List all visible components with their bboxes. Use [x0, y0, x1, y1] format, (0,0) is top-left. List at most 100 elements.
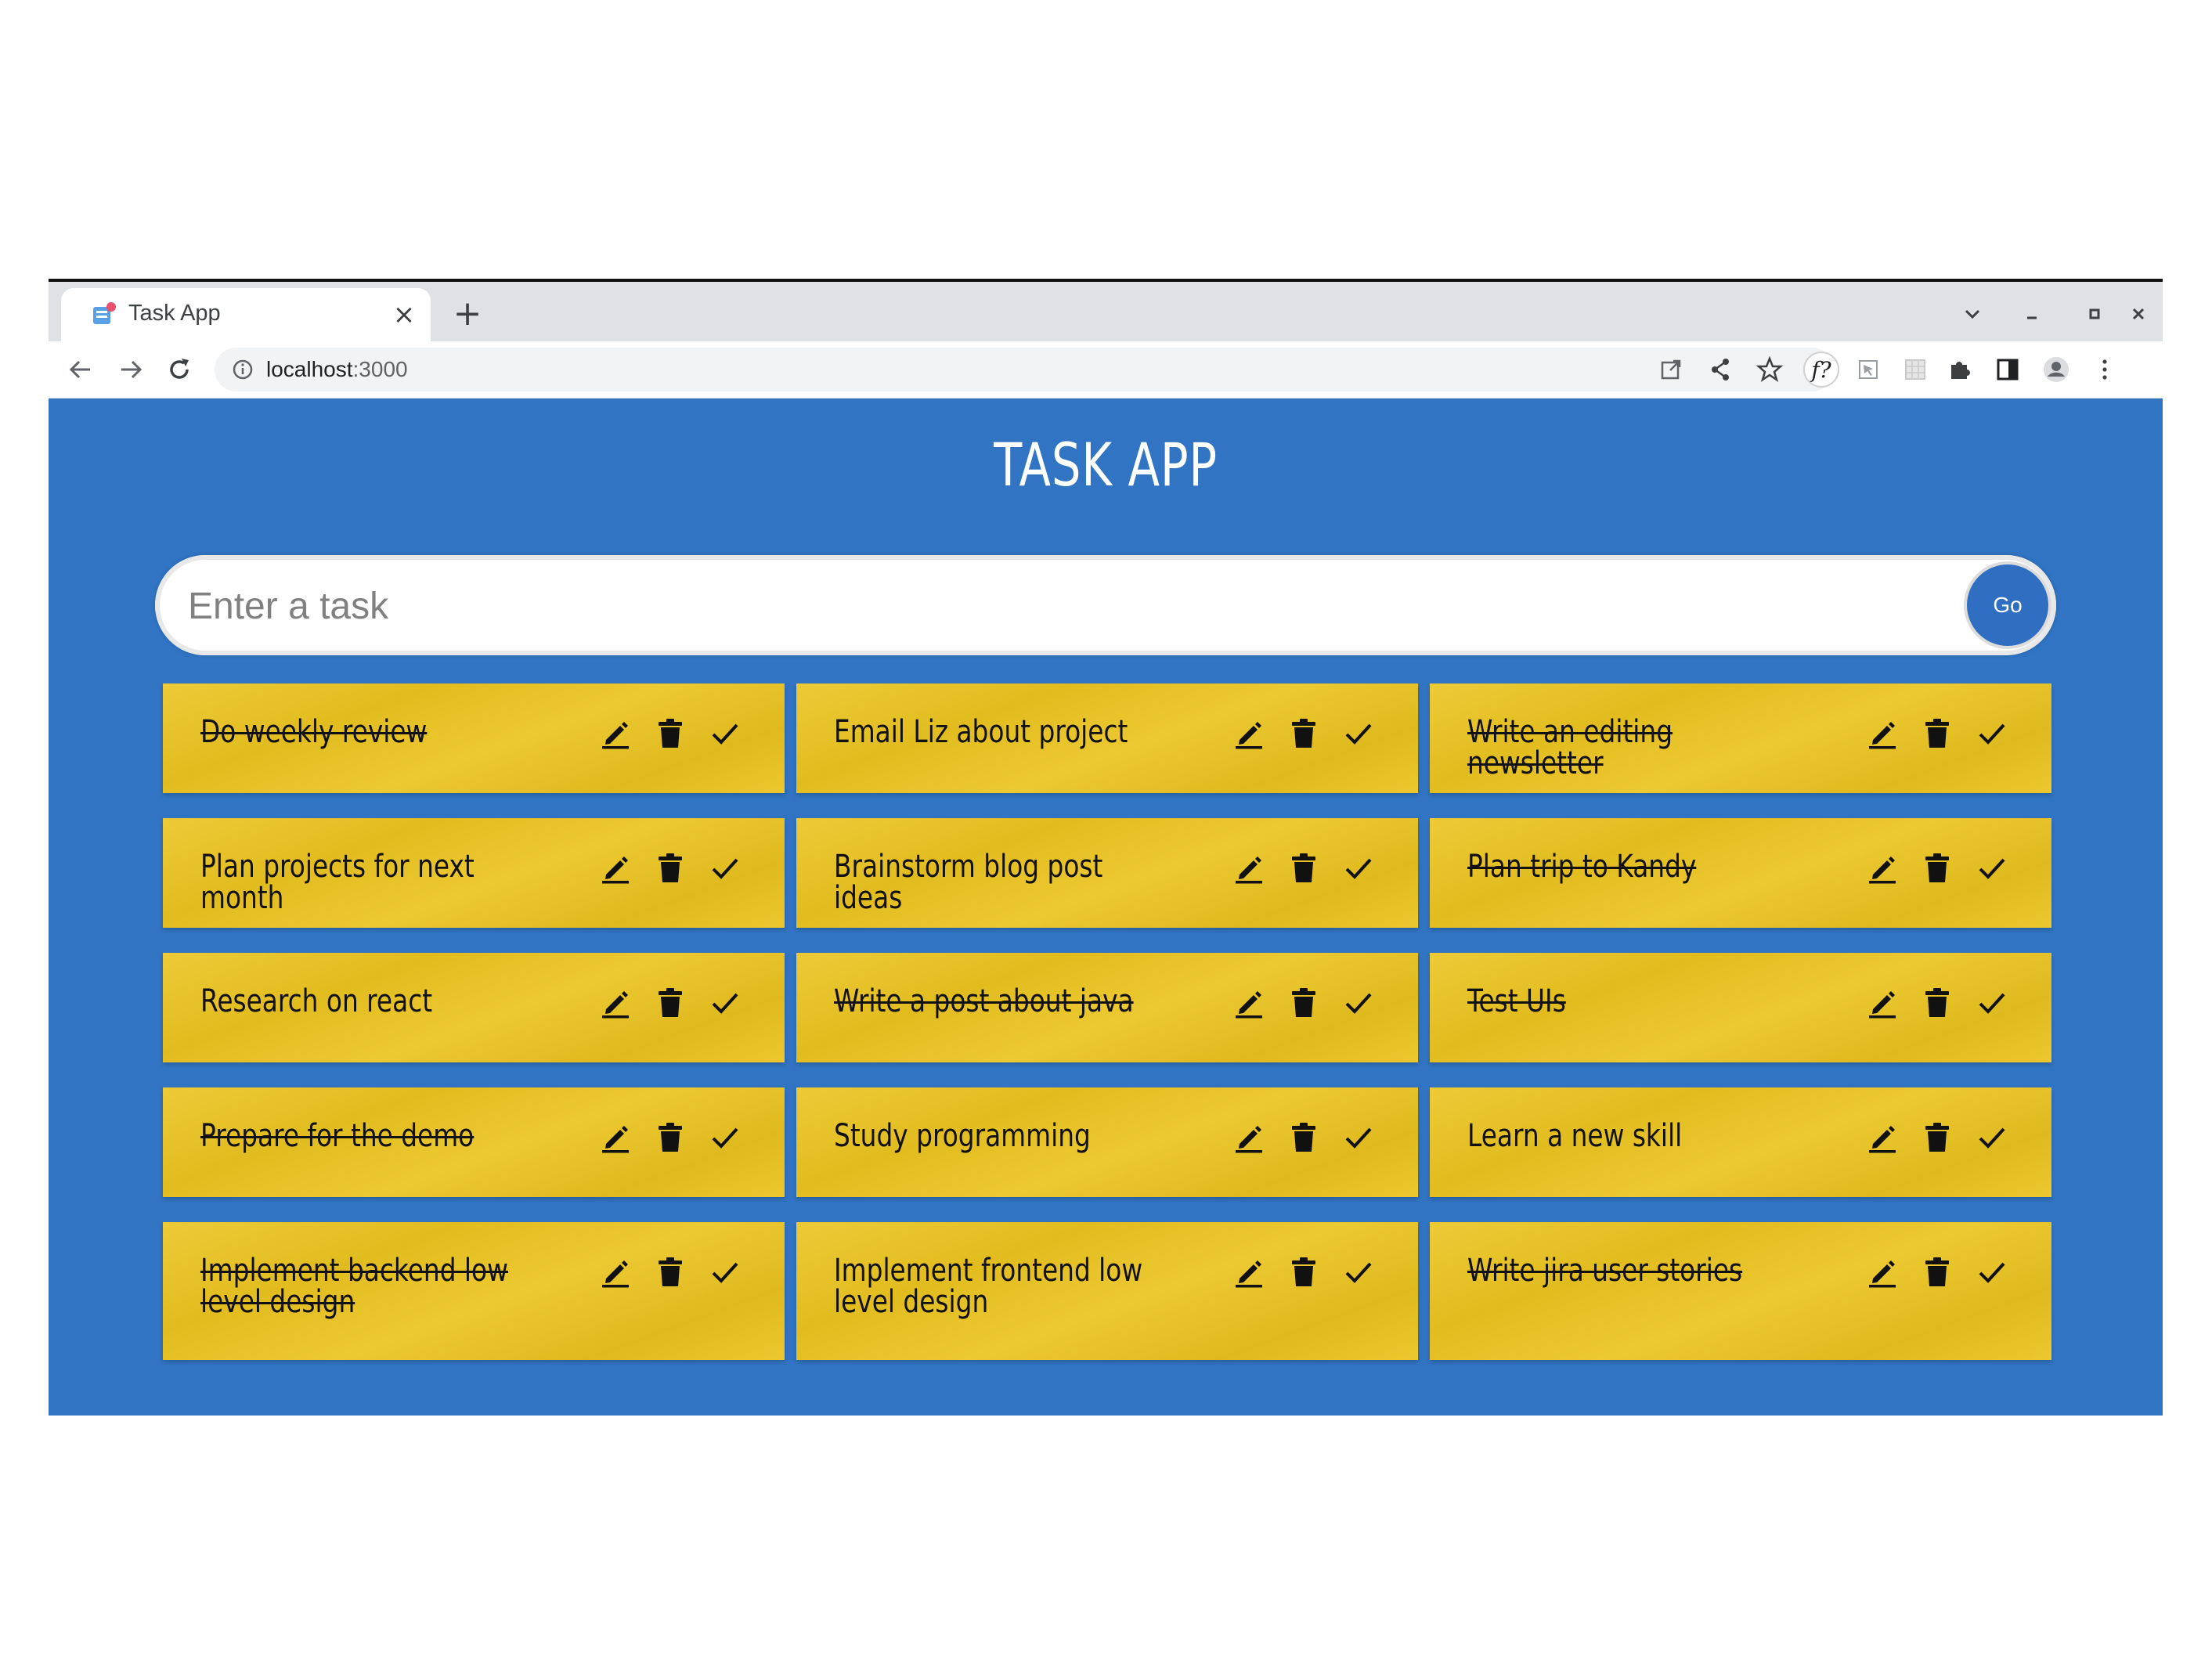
reload-icon[interactable] — [160, 350, 199, 389]
complete-icon[interactable] — [1973, 715, 2011, 752]
complete-icon[interactable] — [1340, 849, 1377, 887]
task-actions — [1230, 715, 1387, 752]
edit-icon[interactable] — [597, 1119, 634, 1156]
complete-icon[interactable] — [1340, 1253, 1377, 1291]
complete-icon[interactable] — [1340, 1119, 1377, 1156]
task-text: Do weekly review — [200, 714, 428, 750]
task-text: Test UIs — [1467, 983, 1566, 1019]
back-arrow-icon[interactable] — [61, 350, 100, 389]
address-bar[interactable]: localhost:3000 — [215, 348, 1834, 391]
tab-title: Task App — [128, 301, 221, 326]
task-form: Go — [155, 555, 2056, 655]
browser-window: Task App × + localhost:3000 f? TASK APP … — [49, 279, 2163, 1416]
edit-icon[interactable] — [597, 1253, 634, 1291]
task-actions — [1230, 984, 1387, 1022]
complete-icon[interactable] — [706, 1119, 744, 1156]
task-text: Write jira user stories — [1467, 1253, 1743, 1289]
task-input[interactable] — [186, 574, 1912, 638]
browser-menu-icon[interactable] — [2088, 352, 2122, 387]
edit-icon[interactable] — [1230, 715, 1268, 752]
task-text: Implement frontend low level design — [834, 1253, 1143, 1320]
edit-icon[interactable] — [1230, 1119, 1268, 1156]
task-actions — [1230, 1119, 1387, 1156]
grid-extension-icon[interactable] — [1898, 352, 1932, 387]
task-card: Do weekly review — [163, 683, 785, 793]
complete-icon[interactable] — [1340, 984, 1377, 1022]
svg-text:f?: f? — [1810, 357, 1831, 383]
edit-icon[interactable] — [1864, 1253, 1901, 1291]
go-button[interactable]: Go — [1967, 564, 2048, 646]
window-close-icon[interactable] — [2119, 294, 2158, 334]
font-finder-extension-icon[interactable]: f? — [1802, 349, 1840, 390]
extensions-puzzle-icon[interactable] — [1942, 352, 1976, 387]
delete-icon[interactable] — [1285, 715, 1323, 752]
task-actions — [597, 849, 753, 887]
delete-icon[interactable] — [1285, 1253, 1323, 1291]
task-card: Implement frontend low level design — [796, 1222, 1418, 1360]
edit-icon[interactable] — [597, 984, 634, 1022]
delete-icon[interactable] — [1918, 984, 1956, 1022]
delete-icon[interactable] — [651, 1253, 689, 1291]
delete-icon[interactable] — [1918, 1253, 1956, 1291]
forward-arrow-icon[interactable] — [111, 350, 150, 389]
delete-icon[interactable] — [1918, 1119, 1956, 1156]
task-card: Study programming — [796, 1087, 1418, 1197]
task-card: Plan trip to Kandy — [1430, 818, 2051, 928]
delete-icon[interactable] — [1918, 715, 1956, 752]
url-text[interactable]: localhost:3000 — [266, 355, 408, 384]
edit-icon[interactable] — [1230, 984, 1268, 1022]
task-card: Learn a new skill — [1430, 1087, 2051, 1197]
profile-avatar-icon[interactable] — [2039, 352, 2073, 387]
side-panel-icon[interactable] — [1990, 352, 2025, 387]
task-actions — [1864, 1253, 2020, 1291]
open-in-window-icon[interactable] — [1654, 352, 1688, 387]
site-info-icon[interactable] — [230, 357, 255, 382]
task-card: Email Liz about project — [796, 683, 1418, 793]
task-card: Write an editing newsletter — [1430, 683, 2051, 793]
delete-icon[interactable] — [1285, 984, 1323, 1022]
task-text: Implement backend low level design — [200, 1253, 508, 1320]
task-card: Plan projects for next month — [163, 818, 785, 928]
task-text: Plan projects for next month — [200, 849, 475, 916]
delete-icon[interactable] — [651, 849, 689, 887]
complete-icon[interactable] — [706, 849, 744, 887]
edit-icon[interactable] — [1864, 715, 1901, 752]
task-actions — [1864, 849, 2020, 887]
edit-icon[interactable] — [1230, 849, 1268, 887]
favicon-icon — [91, 301, 117, 327]
edit-icon[interactable] — [1864, 849, 1901, 887]
tab-task-app[interactable]: Task App × — [61, 288, 431, 341]
delete-icon[interactable] — [1285, 1119, 1323, 1156]
delete-icon[interactable] — [651, 984, 689, 1022]
task-actions — [1864, 984, 2020, 1022]
delete-icon[interactable] — [1285, 849, 1323, 887]
complete-icon[interactable] — [706, 715, 744, 752]
complete-icon[interactable] — [706, 984, 744, 1022]
delete-icon[interactable] — [651, 1119, 689, 1156]
edit-icon[interactable] — [1864, 1119, 1901, 1156]
tab-search-chevron-icon[interactable] — [1953, 294, 1992, 334]
task-card: Write jira user stories — [1430, 1222, 2051, 1360]
edit-icon[interactable] — [597, 849, 634, 887]
edit-icon[interactable] — [597, 715, 634, 752]
delete-icon[interactable] — [651, 715, 689, 752]
share-icon[interactable] — [1704, 352, 1738, 387]
complete-icon[interactable] — [1973, 849, 2011, 887]
pointer-extension-icon[interactable] — [1851, 352, 1885, 387]
complete-icon[interactable] — [1973, 1253, 2011, 1291]
complete-icon[interactable] — [1973, 984, 2011, 1022]
edit-icon[interactable] — [1864, 984, 1901, 1022]
bookmark-star-icon[interactable] — [1752, 352, 1787, 387]
task-text: Prepare for the demo — [200, 1118, 475, 1154]
complete-icon[interactable] — [1340, 715, 1377, 752]
complete-icon[interactable] — [706, 1253, 744, 1291]
edit-icon[interactable] — [1230, 1253, 1268, 1291]
task-card: Brainstorm blog post ideas — [796, 818, 1418, 928]
task-actions — [597, 715, 753, 752]
tab-close-icon[interactable]: × — [388, 299, 420, 330]
minimize-icon[interactable] — [2012, 294, 2051, 334]
delete-icon[interactable] — [1918, 849, 1956, 887]
maximize-icon[interactable] — [2075, 294, 2114, 334]
new-tab-button[interactable]: + — [448, 296, 487, 335]
complete-icon[interactable] — [1973, 1119, 2011, 1156]
